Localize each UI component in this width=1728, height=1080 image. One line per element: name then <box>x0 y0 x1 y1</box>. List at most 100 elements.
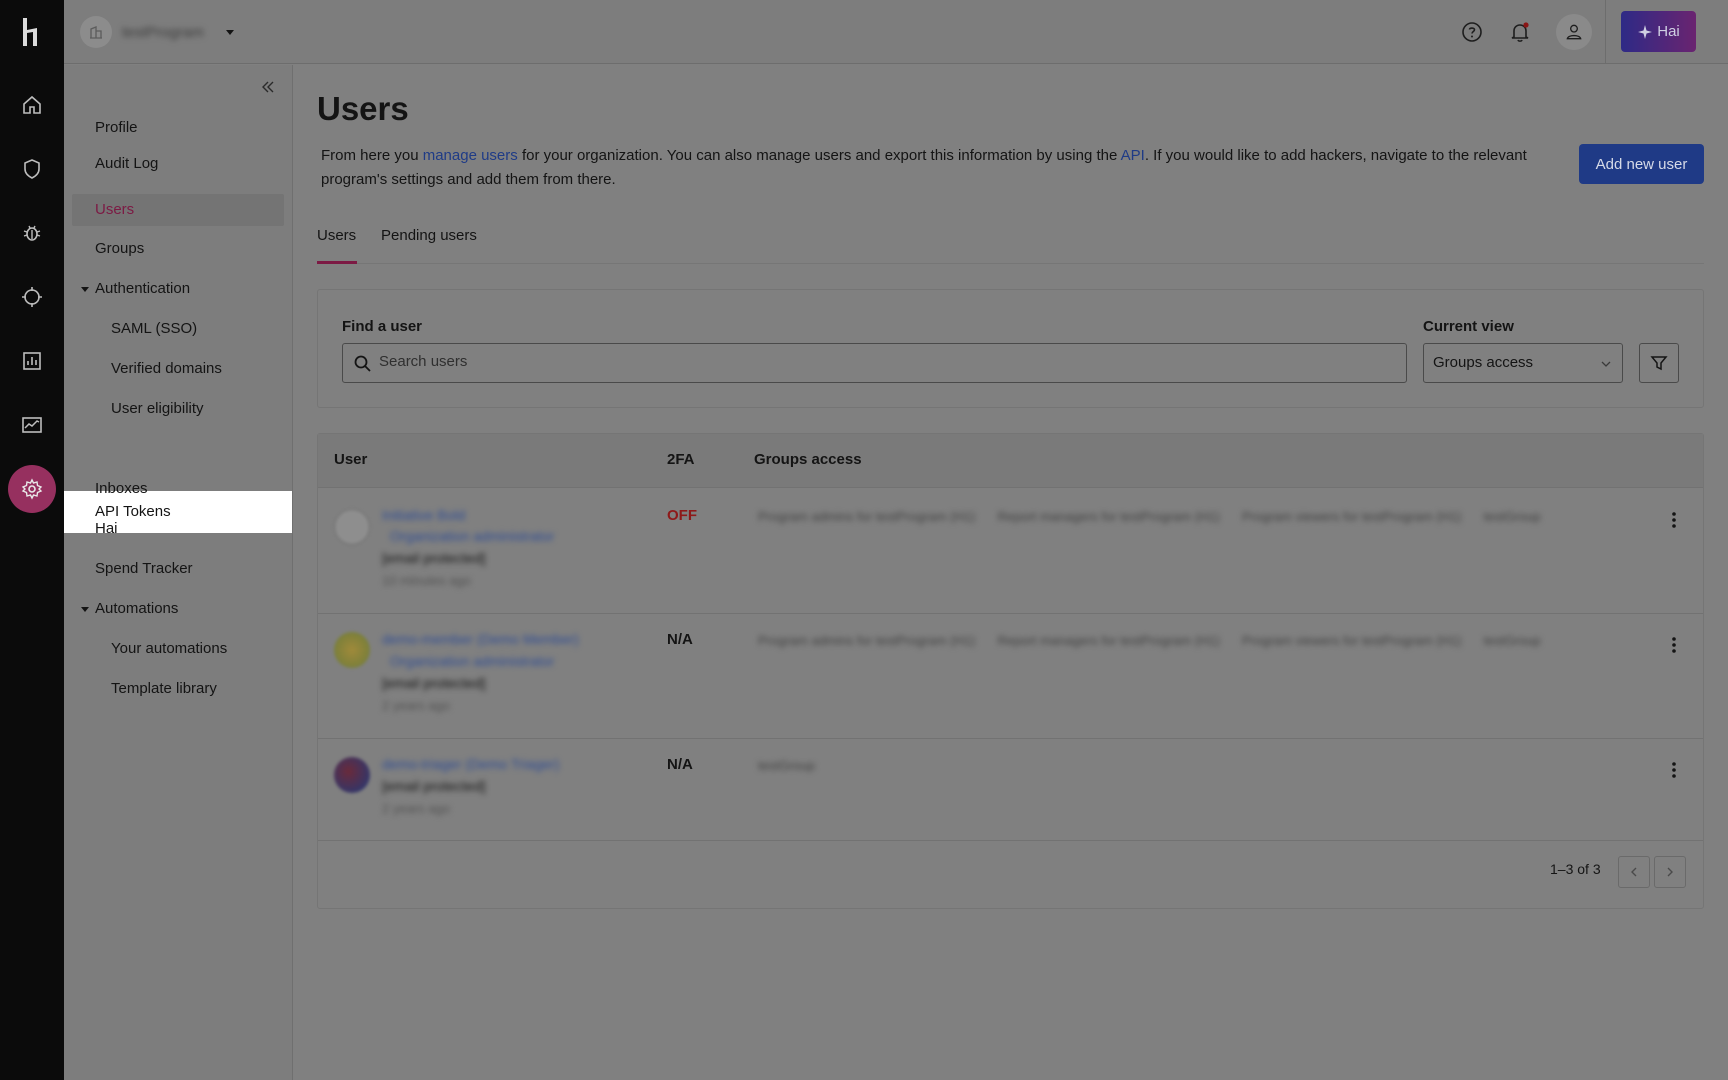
group-chip: Program viewers for testProgram (H1) <box>1241 509 1462 524</box>
page-title: Users <box>317 90 409 127</box>
caret-down-icon <box>226 30 234 35</box>
2fa-status: OFF <box>667 507 697 524</box>
row-actions-menu-icon[interactable] <box>1664 635 1684 655</box>
group-chip: Program admins for testProgram (H1) <box>758 633 976 648</box>
sidebar-item-saml-sso[interactable]: SAML (SSO) <box>72 313 284 345</box>
sidebar-item-user-eligibility[interactable]: User eligibility <box>72 393 284 425</box>
intro-text: From here you <box>321 147 423 164</box>
sidebar-item-spend-tracker[interactable]: Spend Tracker <box>72 553 284 585</box>
api-link[interactable]: API <box>1121 147 1145 164</box>
groups-access-list: Program admins for testProgram (H1) Repo… <box>758 633 1541 648</box>
dashboard-icon[interactable] <box>20 413 44 437</box>
column-header-groups-access: Groups access <box>754 451 862 468</box>
group-chip: Program admins for testProgram (H1) <box>758 509 976 524</box>
user-name-link[interactable]: Initiative Bold <box>382 507 465 523</box>
group-chip: Report managers for testProgram (H1) <box>997 633 1220 648</box>
current-view-select[interactable]: Groups access <box>1423 343 1623 383</box>
sparkle-icon <box>1638 24 1653 39</box>
filter-button[interactable] <box>1639 343 1679 383</box>
sidebar-item-users[interactable]: Users <box>72 194 284 226</box>
organization-switcher[interactable]: testProgram <box>80 16 236 48</box>
settings-gear-icon[interactable] <box>20 477 44 501</box>
role-badge: Organization administrator <box>390 653 555 669</box>
table-row: Initiative Bold Organization administrat… <box>318 489 1703 614</box>
active-tab-indicator <box>317 261 357 264</box>
manage-users-link[interactable]: manage users <box>423 147 518 164</box>
groups-access-list: Program admins for testProgram (H1) Repo… <box>758 509 1541 524</box>
users-table: User 2FA Groups access Initiative Bold O… <box>317 433 1704 909</box>
group-chip: testGroup <box>758 758 816 773</box>
last-active-time: 2 years ago <box>382 801 450 816</box>
home-icon[interactable] <box>20 93 44 117</box>
collapse-sidebar-icon[interactable] <box>260 79 276 95</box>
organization-name: testProgram <box>122 23 204 41</box>
groups-access-list: testGroup <box>758 758 815 773</box>
group-chip: testGroup <box>1483 509 1541 524</box>
settings-sidebar: Profile Audit Log Users Groups Authentic… <box>64 65 293 1080</box>
pagination-range: 1–3 of 3 <box>1550 861 1601 877</box>
search-icon <box>354 355 371 372</box>
sidebar-item-template-library[interactable]: Template library <box>72 673 284 705</box>
analytics-icon[interactable] <box>20 349 44 373</box>
users-tabs: Users Pending users <box>317 224 1704 264</box>
table-header: User 2FA Groups access <box>318 434 1703 488</box>
intro-text: for your organization. You can also mana… <box>517 147 1121 164</box>
add-new-user-button[interactable]: Add new user <box>1579 144 1704 184</box>
target-icon[interactable] <box>20 285 44 309</box>
user-name-link[interactable]: demo-member (Demo Member) <box>382 631 579 647</box>
sidebar-item-audit-log[interactable]: Audit Log <box>72 148 284 180</box>
sidebar-group-authentication[interactable]: Authentication <box>72 273 284 305</box>
hai-button-label: Hai <box>1657 23 1680 40</box>
group-chip: Report managers for testProgram (H1) <box>997 509 1220 524</box>
last-active-time: 2 years ago <box>382 698 450 713</box>
help-icon[interactable] <box>1460 20 1484 44</box>
user-email: [email protected] <box>382 675 486 691</box>
group-chip: Program viewers for testProgram (H1) <box>1241 633 1462 648</box>
last-active-time: 10 minutes ago <box>382 573 471 588</box>
tab-users[interactable]: Users <box>317 224 356 264</box>
user-search-panel: Find a user Search users Current view Gr… <box>317 289 1704 408</box>
table-row: demo-member (Demo Member) Organization a… <box>318 614 1703 739</box>
sidebar-group-automations[interactable]: Automations <box>72 593 284 625</box>
sidebar-item-label: Automations <box>95 600 179 617</box>
previous-page-button[interactable] <box>1618 856 1650 888</box>
sidebar-item-your-automations[interactable]: Your automations <box>72 633 284 665</box>
user-name-link[interactable]: demo-triager (Demo Triager) <box>382 756 559 772</box>
chevron-left-icon <box>1631 867 1637 877</box>
user-email: [email protected] <box>382 778 486 794</box>
sidebar-item-profile[interactable]: Profile <box>72 112 284 144</box>
sidebar-item-groups[interactable]: Groups <box>72 233 284 265</box>
notifications-bell-icon[interactable] <box>1508 20 1532 44</box>
top-bar: testProgram Hai <box>64 0 1728 64</box>
user-menu-button[interactable] <box>1556 14 1592 50</box>
sidebar-item-inboxes[interactable]: Inboxes <box>72 473 284 505</box>
page-description: From here you manage users for your orga… <box>321 144 1561 192</box>
search-users-input[interactable]: Search users <box>342 343 1407 383</box>
building-icon <box>90 26 102 39</box>
2fa-status: N/A <box>667 756 693 773</box>
expand-caret-icon <box>81 607 89 612</box>
bug-icon[interactable] <box>20 221 44 245</box>
row-actions-menu-icon[interactable] <box>1664 760 1684 780</box>
hai-assistant-button[interactable]: Hai <box>1621 11 1696 52</box>
sidebar-item-hai[interactable]: Hai <box>72 513 284 545</box>
row-actions-menu-icon[interactable] <box>1664 510 1684 530</box>
next-page-button[interactable] <box>1654 856 1686 888</box>
sidebar-item-label: Authentication <box>95 280 191 297</box>
search-placeholder: Search users <box>379 353 468 370</box>
topbar-divider <box>1605 0 1606 64</box>
tab-pending-users[interactable]: Pending users <box>381 224 477 264</box>
expand-caret-icon <box>81 287 89 292</box>
sidebar-item-verified-domains[interactable]: Verified domains <box>72 353 284 385</box>
find-user-label: Find a user <box>342 318 423 335</box>
current-view-label: Current view <box>1423 318 1514 335</box>
organization-avatar <box>80 16 112 48</box>
column-header-user: User <box>334 451 368 468</box>
hackerone-logo[interactable] <box>20 16 44 48</box>
user-profile-icon <box>1566 24 1582 40</box>
chevron-down-icon <box>1601 361 1611 367</box>
shield-icon[interactable] <box>20 157 44 181</box>
avatar <box>334 509 370 545</box>
pagination: 1–3 of 3 <box>318 840 1703 900</box>
filter-icon <box>1650 356 1668 371</box>
